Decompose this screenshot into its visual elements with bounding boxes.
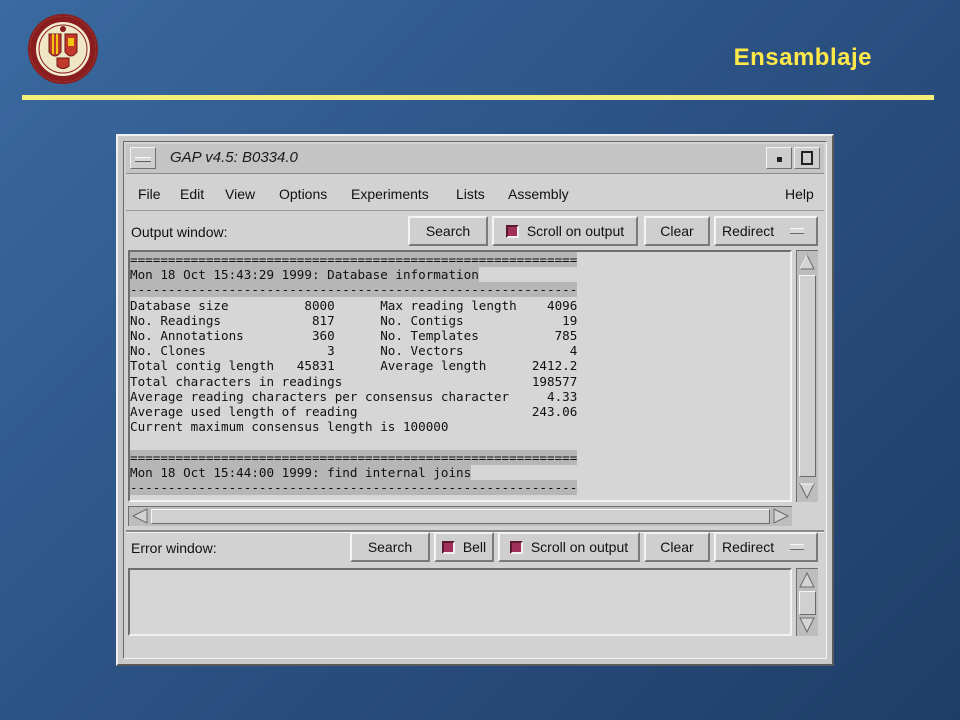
output-line: ----------------------------------------… (130, 282, 578, 298)
output-line: ----------------------------------------… (130, 480, 578, 496)
output-vertical-scrollbar[interactable] (796, 250, 818, 502)
menu-file[interactable]: File (138, 186, 161, 202)
error-redirect-label: Redirect (722, 539, 775, 555)
output-line: ========================================… (130, 252, 578, 267)
menu-edit[interactable]: Edit (180, 186, 204, 202)
output-line: ========================================… (130, 449, 578, 465)
menu-bar: File Edit View Options Experiments Lists… (126, 178, 824, 211)
scroll-down-arrow-icon[interactable] (798, 482, 816, 500)
output-text-area[interactable]: ========================================… (128, 250, 792, 502)
scroll-down-arrow-icon[interactable] (798, 616, 816, 634)
output-scroll-thumb[interactable] (799, 275, 816, 477)
menu-assembly[interactable]: Assembly (508, 186, 569, 202)
output-line: No. Clones 3 No. Vectors 4 (130, 343, 578, 359)
output-line: Mon 18 Oct 15:44:00 1999: find internal … (130, 464, 472, 480)
maximize-button[interactable] (794, 147, 820, 169)
option-menu-icon (790, 228, 805, 235)
output-search-button[interactable]: Search (408, 216, 488, 246)
title-underline (22, 95, 934, 100)
scroll-indicator-icon (505, 224, 519, 238)
window-frame: GAP v4.5: B0334.0 File Edit View Options… (123, 141, 827, 659)
slide-title: Ensamblaje (733, 44, 872, 71)
output-line: Average used length of reading 243.06 (130, 404, 578, 420)
bell-indicator-icon (441, 540, 455, 554)
window-title: GAP v4.5: B0334.0 (170, 149, 298, 166)
output-window-label: Output window: (131, 224, 228, 240)
output-line: Total characters in readings 198577 (130, 373, 578, 389)
error-vertical-scrollbar[interactable] (796, 568, 818, 636)
output-line: No. Readings 817 No. Contigs 19 (130, 312, 578, 328)
error-text-area[interactable] (128, 568, 792, 636)
output-text: ========================================… (130, 252, 790, 496)
menu-help[interactable]: Help (785, 186, 814, 202)
output-line: Mon 18 Oct 15:43:29 1999: Database infor… (130, 267, 479, 283)
output-line: Database size 8000 Max reading length 40… (130, 297, 578, 313)
output-hscroll-thumb[interactable] (151, 509, 770, 524)
output-redirect-label: Redirect (722, 223, 775, 239)
window-menu-button[interactable] (130, 147, 156, 169)
scroll-right-arrow-icon[interactable] (772, 507, 790, 525)
output-line: Average reading characters per consensus… (130, 388, 578, 404)
error-bell-toggle[interactable]: Bell (434, 532, 494, 562)
scroll-left-arrow-icon[interactable] (131, 507, 149, 525)
menu-view[interactable]: View (225, 186, 255, 202)
scroll-indicator-icon (509, 540, 523, 554)
error-scroll-thumb[interactable] (799, 591, 816, 615)
error-scroll-label: Scroll on output (530, 539, 629, 555)
scroll-up-arrow-icon[interactable] (798, 571, 816, 589)
error-window-label: Error window: (131, 540, 217, 556)
university-seal-logo (28, 14, 98, 84)
gap-window: GAP v4.5: B0334.0 File Edit View Options… (116, 134, 834, 666)
title-bar[interactable]: GAP v4.5: B0334.0 (126, 144, 824, 174)
error-search-button[interactable]: Search (350, 532, 430, 562)
output-horizontal-scrollbar[interactable] (128, 506, 792, 526)
output-clear-button[interactable]: Clear (644, 216, 710, 246)
output-line: No. Annotations 360 No. Templates 785 (130, 328, 578, 344)
error-bell-label: Bell (462, 539, 487, 555)
output-line: Current maximum consensus length is 1000… (130, 419, 449, 435)
minimize-button[interactable] (766, 147, 792, 169)
option-menu-icon (790, 544, 805, 551)
output-scroll-toggle[interactable]: Scroll on output (492, 216, 638, 246)
scroll-up-arrow-icon[interactable] (798, 253, 816, 271)
output-redirect-menu[interactable]: Redirect (714, 216, 818, 246)
output-scroll-label: Scroll on output (526, 223, 625, 239)
error-clear-button[interactable]: Clear (644, 532, 710, 562)
menu-options[interactable]: Options (279, 186, 327, 202)
output-line: Total contig length 45831 Average length… (130, 358, 578, 374)
error-scroll-toggle[interactable]: Scroll on output (498, 532, 640, 562)
menu-experiments[interactable]: Experiments (351, 186, 429, 202)
error-redirect-menu[interactable]: Redirect (714, 532, 818, 562)
menu-lists[interactable]: Lists (456, 186, 485, 202)
